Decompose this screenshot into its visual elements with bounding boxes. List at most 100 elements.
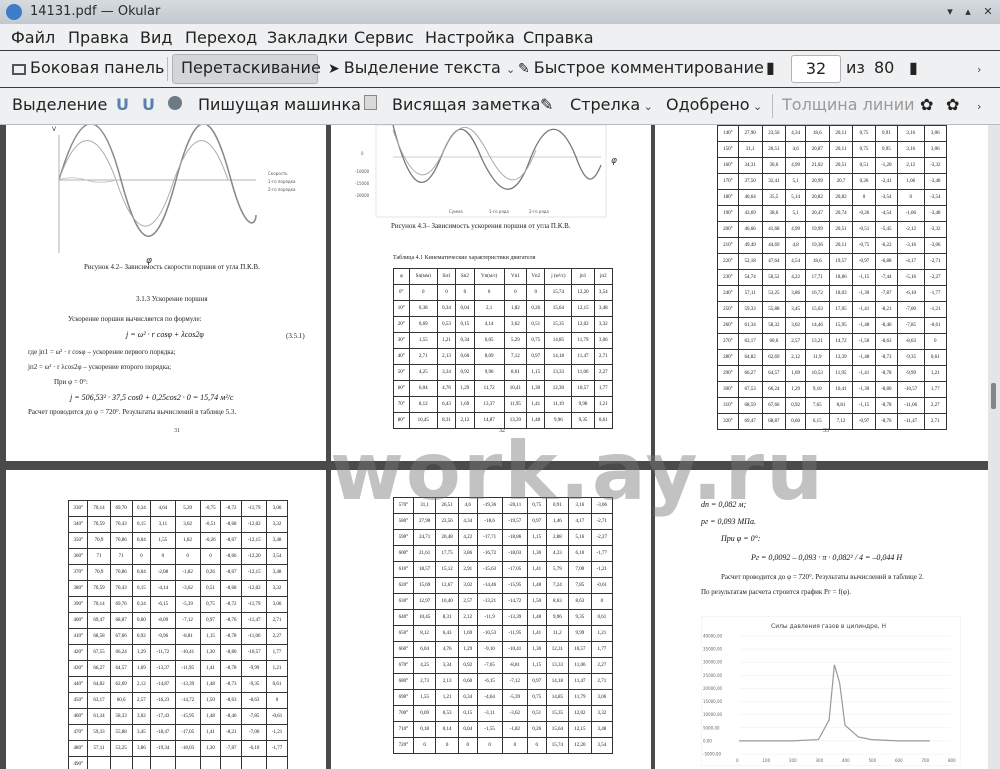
note-icon[interactable]: [364, 95, 377, 114]
selection-label[interactable]: Выделение: [12, 95, 107, 114]
typewriter-button[interactable]: Пишущая машинка: [198, 95, 361, 114]
body-text: Ускорение поршня вычисляется по формуле:: [68, 315, 202, 323]
table-cell: 17,75: [435, 545, 459, 562]
squiggle-icon[interactable]: U: [142, 95, 155, 114]
table-cell: 1,41: [526, 561, 547, 578]
table-cell: 64,82: [87, 676, 111, 693]
menu-view[interactable]: Вид: [140, 28, 172, 47]
table-cell: 37,50: [737, 173, 763, 190]
table-cell: 15,64: [544, 300, 573, 317]
table-cell: 14,85: [544, 332, 573, 349]
menu-tools[interactable]: Сервис: [354, 28, 414, 47]
table-cell: -8,21: [220, 724, 243, 741]
table-cell: 0: [501, 737, 528, 754]
chevron-down-icon[interactable]: ⌄: [640, 100, 653, 113]
stamp-icon[interactable]: [168, 95, 182, 114]
menu-settings[interactable]: Настройка: [425, 28, 515, 47]
table-cell: 0,61: [266, 676, 288, 693]
browse-tool-button[interactable]: Перетаскивание: [181, 58, 321, 77]
toolbar-overflow-icon[interactable]: ›: [977, 58, 981, 77]
legend-item: 2-го порядка: [268, 187, 296, 192]
approved-button[interactable]: Одобрено ⌄: [666, 95, 762, 114]
body-text: где jп1 = ω² · r cosφ – ускорение первог…: [28, 348, 176, 356]
table-row: 630° 12,97 10,40 2,57 -13,21 -14,72 1,50 8,63 8,…: [393, 593, 614, 610]
table-cell: 8,61: [503, 364, 528, 381]
figure-caption: Рисунок 4.3– Зависимость ускорения поршн…: [391, 222, 571, 230]
table-cell: -8,72: [220, 596, 243, 613]
legend-item: Скорость: [268, 171, 288, 176]
table-cell: 27,90: [737, 125, 763, 142]
table-cell: 13,33: [544, 364, 573, 381]
table-cell: -0,97: [852, 413, 876, 430]
table-cell: -8,67: [220, 564, 243, 581]
table-cell: 20,11: [828, 125, 854, 142]
table-cell: 30°: [393, 332, 410, 349]
line-width-button[interactable]: Толщина линии: [782, 95, 915, 114]
page-number: 31: [174, 428, 180, 434]
minimize-icon[interactable]: ▾: [942, 4, 958, 20]
sidebar-button[interactable]: Боковая панель: [12, 58, 164, 77]
table-cell: 1,29: [455, 380, 475, 397]
menu-file[interactable]: Файл: [11, 28, 55, 47]
scrollbar-thumb[interactable]: [991, 383, 996, 409]
quick-comment-button[interactable]: ✎ Быстрое комментирование: [518, 58, 764, 77]
table-header-cell: φ: [393, 268, 410, 285]
color-icon[interactable]: ✿: [946, 95, 959, 114]
table-cell: 9,99: [568, 625, 592, 642]
maximize-icon[interactable]: ▴: [960, 4, 976, 20]
table-cell: 18,86: [828, 269, 854, 286]
menu-go[interactable]: Переход: [185, 28, 257, 47]
table-cell: 0: [526, 284, 546, 301]
chevron-down-icon[interactable]: ⌄: [506, 63, 515, 76]
table-cell: 380°: [67, 580, 89, 597]
table-cell: 0: [131, 548, 152, 565]
table-cell: 11,47: [571, 348, 595, 365]
underline-icon[interactable]: U: [116, 95, 129, 114]
body-text: pг = 0,093 МПа.: [701, 517, 756, 526]
table-cell: 1,29: [457, 641, 478, 658]
palette-icon[interactable]: ✿: [920, 95, 933, 114]
table-cell: 3,45: [785, 301, 806, 318]
chevron-down-icon[interactable]: ⌄: [750, 100, 762, 113]
table-cell: -4,54: [874, 205, 899, 222]
table-cell: 50,52: [761, 269, 787, 286]
table-cell: 69,76: [109, 596, 133, 613]
arrow-button[interactable]: Стрелка ⌄: [570, 95, 653, 114]
page-total-label: 80: [874, 58, 895, 77]
text-select-button[interactable]: ➤ Выделение текста ⌄: [328, 58, 515, 77]
table-cell: -13,21: [476, 593, 503, 610]
table-cell: -0,51: [199, 516, 222, 533]
page-number-input[interactable]: 32: [791, 55, 841, 83]
table-cell: -11,79: [241, 500, 268, 517]
prev-page-icon[interactable]: ▮: [766, 58, 775, 77]
menu-edit[interactable]: Правка: [68, 28, 129, 47]
table-cell: 3,54: [593, 284, 614, 301]
document-viewport[interactable]: V φ Скорость 1-го порядка 2-го порядка Р…: [0, 125, 988, 769]
table-cell: 8,81: [828, 397, 854, 414]
next-page-icon[interactable]: ▮: [909, 58, 918, 77]
table-cell: 0,26: [526, 300, 546, 317]
table-cell: 240°: [717, 285, 739, 302]
vertical-scrollbar[interactable]: [988, 125, 1000, 769]
table-cell: -9,96: [150, 628, 176, 645]
arrow-tool-icon[interactable]: ✎: [540, 95, 553, 114]
table-cell: 2,1: [473, 300, 505, 317]
close-icon[interactable]: ✕: [980, 4, 996, 20]
table-header-cell: Sп(мм): [408, 268, 438, 285]
table-cell: -11,9: [476, 609, 503, 626]
table-cell: 19,99: [804, 221, 830, 238]
x-axis-label: φ: [611, 156, 617, 166]
table-cell: 15,35: [545, 705, 570, 722]
table-row: 40° 2,71 2,13 0,60 8,09 7,12 0,97 14,18 11,47 2,7…: [393, 348, 614, 365]
table-cell: -15,63: [476, 561, 503, 578]
table-cell: -3,54: [874, 189, 899, 206]
y-tick: -20000: [355, 193, 370, 198]
table-cell: 59,33: [87, 724, 111, 741]
sticky-note-button[interactable]: Висящая заметка: [392, 95, 540, 114]
table-cell: -8,67: [220, 532, 243, 549]
toolbar-overflow-icon[interactable]: ›: [977, 95, 981, 114]
menu-bookmarks[interactable]: Закладки: [267, 28, 348, 47]
table-cell: -8,63: [897, 333, 925, 350]
table-cell: -7,65: [476, 657, 503, 674]
menu-help[interactable]: Справка: [523, 28, 594, 47]
